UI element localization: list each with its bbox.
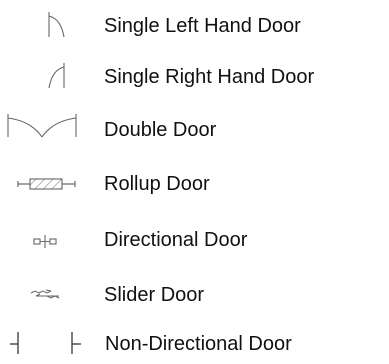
directional-door-icon <box>0 220 90 260</box>
single-right-hand-door-icon <box>0 57 90 97</box>
legend-item-single-left-hand-door: Single Left Hand Door <box>0 6 389 46</box>
legend-item-double-door: Double Door <box>0 110 389 150</box>
legend-item-rollup-door: Rollup Door <box>0 164 389 204</box>
legend-item-slider-door: Slider Door <box>0 275 389 315</box>
legend-label: Non-Directional Door <box>105 333 292 355</box>
legend-label: Directional Door <box>104 229 248 251</box>
legend-label: Double Door <box>104 119 217 141</box>
door-symbol-legend: Single Left Hand Door Single Right Hand … <box>0 0 389 362</box>
legend-item-directional-door: Directional Door <box>0 220 389 260</box>
legend-label: Rollup Door <box>104 173 210 195</box>
non-directional-door-icon <box>0 324 90 364</box>
single-left-hand-door-icon <box>0 6 90 46</box>
legend-item-single-right-hand-door: Single Right Hand Door <box>0 57 389 97</box>
legend-label: Single Right Hand Door <box>104 66 315 88</box>
legend-label: Single Left Hand Door <box>104 15 301 37</box>
slider-door-icon <box>0 275 90 315</box>
legend-item-non-directional-door: Non-Directional Door <box>0 324 389 364</box>
legend-label: Slider Door <box>104 284 205 306</box>
double-door-icon <box>0 110 90 150</box>
rollup-door-icon <box>0 164 90 204</box>
